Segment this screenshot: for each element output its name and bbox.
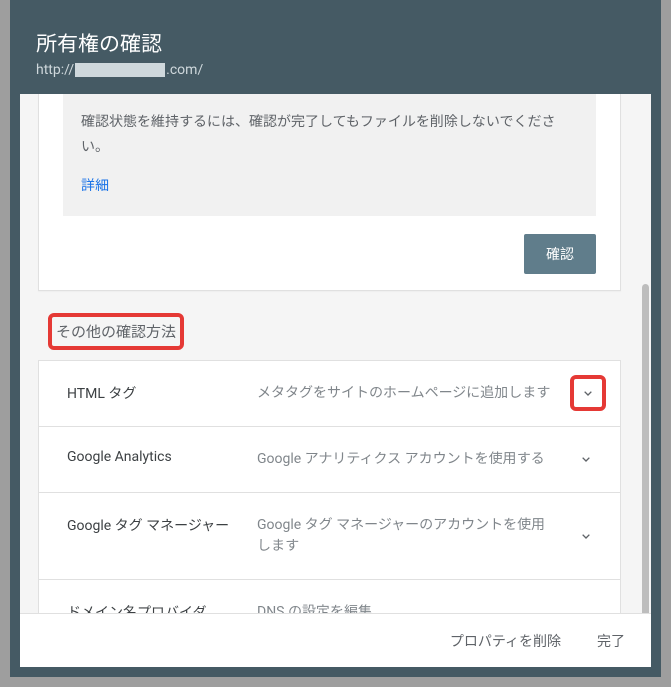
method-title: Google Analytics bbox=[67, 449, 257, 465]
url-prefix: http:// bbox=[36, 62, 74, 78]
method-desc: DNS の設定を編集 古い Search Console で開く bbox=[257, 602, 600, 613]
modal-subtitle: http:// .com/ bbox=[36, 62, 635, 78]
method-google-analytics[interactable]: Google Analytics Google アナリティクス アカウントを使用… bbox=[38, 427, 621, 493]
primary-method-card: 確認状態を維持するには、確認が完了してもファイルを削除しないでください。 詳細 … bbox=[38, 94, 621, 291]
method-desc: メタタグをサイトのホームページに追加します bbox=[257, 383, 600, 404]
methods-list: HTML タグ メタタグをサイトのホームページに追加します Google Ana… bbox=[38, 360, 621, 613]
done-button[interactable]: 完了 bbox=[593, 625, 629, 657]
method-html-tag[interactable]: HTML タグ メタタグをサイトのホームページに追加します bbox=[38, 360, 621, 427]
method-title: HTML タグ bbox=[67, 383, 257, 403]
scrollbar-thumb[interactable] bbox=[642, 284, 649, 654]
delete-property-button[interactable]: プロパティを削除 bbox=[446, 625, 565, 657]
chevron-down-icon[interactable] bbox=[570, 375, 606, 411]
method-desc-text: DNS の設定を編集 bbox=[257, 604, 372, 613]
notice-link[interactable]: 詳細 bbox=[81, 174, 578, 199]
method-domain-provider[interactable]: ドメイン名プロバイダ DNS の設定を編集 古い Search Console … bbox=[38, 580, 621, 613]
modal-window: 所有権の確認 http:// .com/ 確認状態を維持するには、確認が完了しても… bbox=[10, 0, 661, 677]
scroll-area[interactable]: 確認状態を維持するには、確認が完了してもファイルを削除しないでください。 詳細 … bbox=[20, 94, 639, 613]
modal-header: 所有権の確認 http:// .com/ bbox=[10, 0, 661, 96]
chevron-down-icon[interactable] bbox=[572, 522, 600, 550]
method-tag-manager[interactable]: Google タグ マネージャー Google タグ マネージャーのアカウントを… bbox=[38, 493, 621, 580]
confirm-row: 確認 bbox=[39, 216, 620, 274]
notice-text: 確認状態を維持するには、確認が完了してもファイルを削除しないでください。 bbox=[81, 114, 555, 155]
notice-box: 確認状態を維持するには、確認が完了してもファイルを削除しないでください。 詳細 bbox=[63, 94, 596, 216]
modal-title: 所有権の確認 bbox=[36, 28, 635, 58]
method-desc: Google タグ マネージャーのアカウントを使用します bbox=[257, 515, 600, 557]
url-masked bbox=[75, 63, 165, 77]
chevron-down-icon[interactable] bbox=[572, 445, 600, 473]
url-suffix: .com/ bbox=[166, 62, 203, 78]
confirm-button[interactable]: 確認 bbox=[524, 234, 596, 274]
modal-body: 確認状態を維持するには、確認が完了してもファイルを削除しないでください。 詳細 … bbox=[20, 94, 651, 667]
other-methods-title: その他の確認方法 bbox=[48, 313, 184, 350]
method-title: ドメイン名プロバイダ bbox=[67, 602, 257, 613]
modal-footer: プロパティを削除 完了 bbox=[20, 613, 651, 667]
method-title: Google タグ マネージャー bbox=[67, 515, 257, 535]
method-desc: Google アナリティクス アカウントを使用する bbox=[257, 449, 600, 470]
